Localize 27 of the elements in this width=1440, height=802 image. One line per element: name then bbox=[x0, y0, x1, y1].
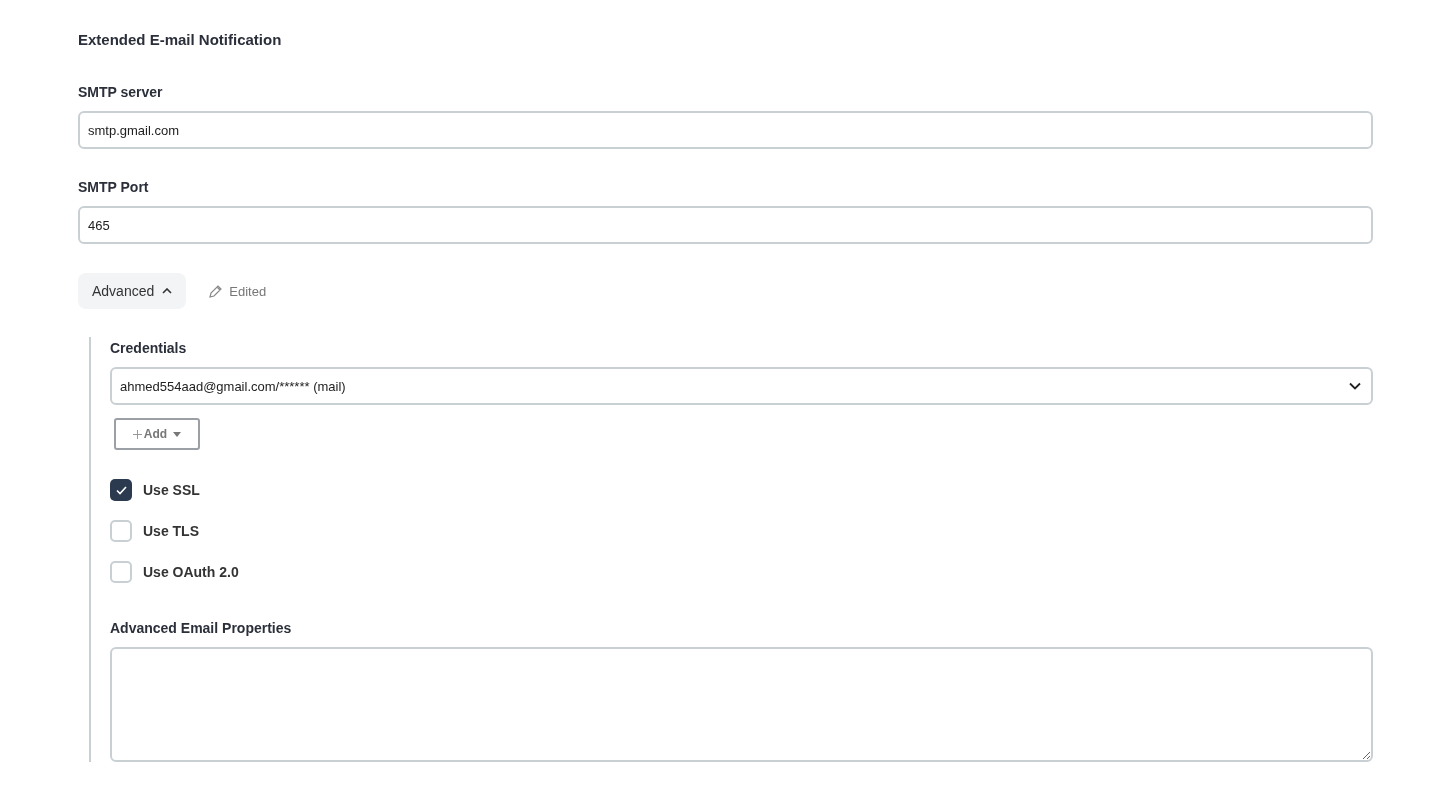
caret-icon bbox=[162, 288, 173, 294]
text-area[interactable] bbox=[110, 647, 1373, 762]
input-field[interactable]: 465 bbox=[78, 206, 1373, 244]
checkbox[interactable] bbox=[110, 520, 132, 542]
option-label: Use OAuth 2.0 bbox=[143, 564, 239, 580]
field-label: SMTP Port bbox=[78, 178, 150, 196]
section-title: Extended E-mail Notification bbox=[78, 30, 283, 50]
status-text: Edited bbox=[229, 283, 267, 299]
caret-icon bbox=[173, 431, 182, 437]
credentials-select[interactable]: ahmed554aad@gmail.com/****** (mail) bbox=[110, 367, 1373, 405]
chevron-down-icon bbox=[1349, 382, 1361, 390]
advanced-button[interactable]: Advanced bbox=[78, 273, 187, 309]
input-field[interactable]: smtp.gmail.com bbox=[78, 111, 1373, 149]
field-label: Advanced Email Properties bbox=[110, 619, 293, 637]
check-icon bbox=[115, 485, 127, 495]
add-button[interactable]: Add bbox=[114, 418, 200, 450]
checkbox-option[interactable]: Use SSL bbox=[110, 479, 1373, 501]
option-label: Use SSL bbox=[143, 482, 200, 498]
checkbox-option[interactable]: Use TLS bbox=[110, 520, 1373, 542]
field-label: Credentials bbox=[110, 339, 188, 357]
field-label: SMTP server bbox=[78, 83, 164, 101]
plus-icon bbox=[132, 429, 142, 439]
pencil-icon bbox=[208, 283, 224, 299]
checkbox[interactable] bbox=[110, 479, 132, 501]
option-label: Use TLS bbox=[143, 523, 199, 539]
checkbox-option[interactable]: Use OAuth 2.0 bbox=[110, 561, 1373, 583]
checkbox[interactable] bbox=[110, 561, 132, 583]
